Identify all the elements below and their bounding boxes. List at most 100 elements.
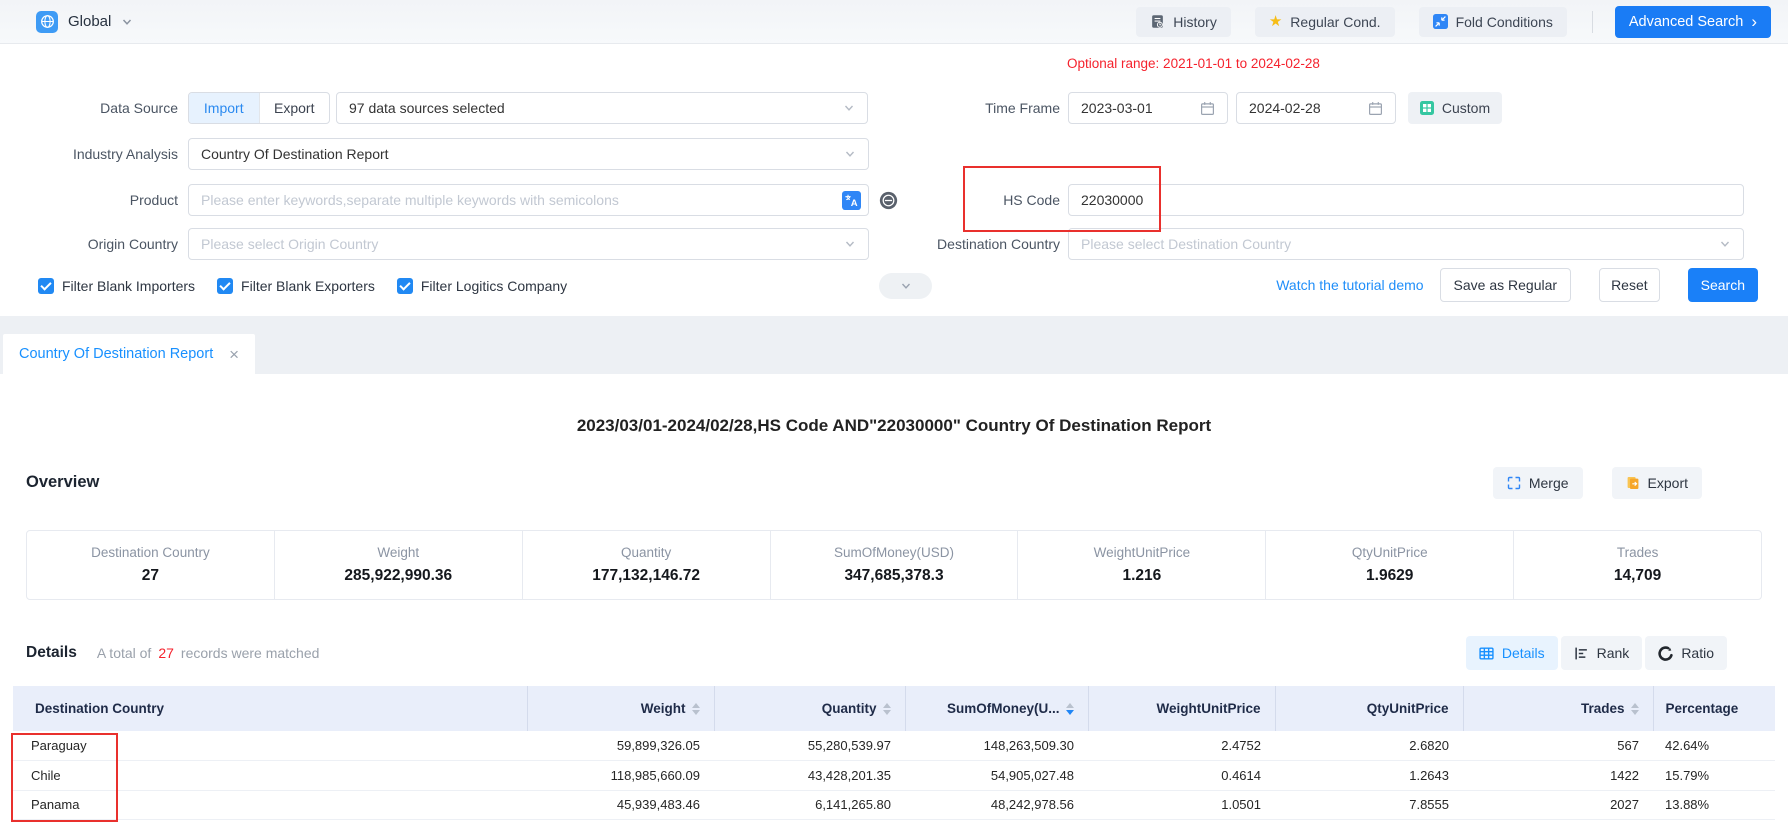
table-cell: 48,242,978.56: [905, 790, 1088, 820]
topbar: Global History ★ Regular Cond. Fold Cond…: [0, 0, 1788, 44]
close-icon[interactable]: ×: [229, 346, 239, 363]
chevron-right-icon: ›: [1751, 13, 1757, 30]
column-header-weightunitprice: WeightUnitPrice: [1088, 686, 1275, 731]
table-cell: 13.88%: [1653, 790, 1775, 820]
industry-analysis-value: Country Of Destination Report: [201, 146, 389, 162]
column-header-percentage: Percentage: [1653, 686, 1775, 731]
advanced-search-button[interactable]: Advanced Search ›: [1615, 6, 1771, 38]
fold-conditions-button[interactable]: Fold Conditions: [1419, 7, 1567, 37]
table-icon: [1479, 646, 1494, 661]
stat-item: QtyUnitPrice1.9629: [1265, 531, 1513, 599]
stat-label: Quantity: [621, 545, 671, 560]
start-date-value: 2023-03-01: [1081, 100, 1153, 116]
view-ratio-button[interactable]: Ratio: [1645, 636, 1727, 670]
topbar-divider: [1592, 11, 1593, 33]
stat-item: Destination Country27: [27, 531, 274, 599]
minus-circle-icon[interactable]: [879, 191, 898, 210]
table-cell: Paraguay: [13, 731, 527, 761]
table-row[interactable]: Chile118,985,660.0943,428,201.3554,905,0…: [13, 761, 1775, 791]
globe-icon: [36, 11, 58, 33]
history-button[interactable]: History: [1136, 7, 1231, 37]
column-label: Quantity: [822, 701, 877, 716]
column-header-weight[interactable]: Weight: [527, 686, 714, 731]
column-header-destination-country: Destination Country: [13, 686, 527, 731]
match-text: A total of27records were matched: [97, 645, 320, 661]
sort-icon[interactable]: [1631, 703, 1639, 715]
column-header-quantity[interactable]: Quantity: [714, 686, 905, 731]
search-button[interactable]: Search: [1688, 268, 1758, 302]
column-header-sumofmoney-u[interactable]: SumOfMoney(U...: [905, 686, 1088, 731]
column-label: SumOfMoney(U...: [947, 701, 1060, 716]
origin-country-select[interactable]: Please select Origin Country: [188, 228, 869, 260]
checkbox-label: Filter Logitics Company: [421, 278, 567, 294]
custom-range-button[interactable]: Custom: [1408, 92, 1502, 124]
destination-country-select[interactable]: Please select Destination Country: [1068, 228, 1744, 260]
checkbox-checked-icon: [38, 278, 54, 294]
stat-value: 177,132,146.72: [592, 567, 700, 585]
table-cell: 6,141,265.80: [714, 790, 905, 820]
sort-icon[interactable]: [692, 703, 700, 715]
regular-cond-button[interactable]: ★ Regular Cond.: [1255, 7, 1395, 37]
tab-title: Country Of Destination Report: [19, 346, 213, 362]
match-prefix: A total of: [97, 645, 151, 661]
tutorial-link[interactable]: Watch the tutorial demo: [1276, 277, 1423, 293]
column-header-qtyunitprice: QtyUnitPrice: [1275, 686, 1463, 731]
svg-text:A: A: [851, 198, 858, 209]
checkbox-filter-blank-importers[interactable]: Filter Blank Importers: [38, 278, 195, 294]
checkbox-checked-icon: [217, 278, 233, 294]
expand-conditions-button[interactable]: [879, 273, 932, 299]
checkbox-filter-logitics-company[interactable]: Filter Logitics Company: [397, 278, 567, 294]
report-content: 2023/03/01-2024/02/28,HS Code AND"220300…: [0, 374, 1788, 831]
region-selector[interactable]: Global: [36, 11, 133, 33]
table-cell: 567: [1463, 731, 1653, 761]
stat-label: Trades: [1617, 545, 1659, 560]
origin-country-label: Origin Country: [28, 228, 178, 260]
table-cell: 118,985,660.09: [527, 761, 714, 791]
sort-icon[interactable]: [1066, 703, 1074, 715]
table-row[interactable]: Panama45,939,483.466,141,265.8048,242,97…: [13, 790, 1775, 820]
checkbox-filter-blank-exporters[interactable]: Filter Blank Exporters: [217, 278, 375, 294]
form-actions: Watch the tutorial demo Save as Regular …: [1276, 268, 1758, 302]
checkbox-label: Filter Blank Importers: [62, 278, 195, 294]
product-label: Product: [28, 184, 178, 216]
stat-item: SumOfMoney(USD)347,685,378.3: [770, 531, 1018, 599]
import-toggle[interactable]: Import: [189, 93, 259, 123]
table-cell: 7.8555: [1275, 790, 1463, 820]
table-header-row: Destination Country Weight Quantity SumOfMo…: [13, 686, 1775, 731]
save-as-regular-button[interactable]: Save as Regular: [1440, 268, 1572, 302]
table-cell: 45,939,483.46: [527, 790, 714, 820]
history-icon: [1150, 14, 1165, 29]
table-cell: 42.64%: [1653, 731, 1775, 761]
chevron-down-icon: [844, 238, 856, 250]
start-date-input[interactable]: 2023-03-01: [1068, 92, 1228, 124]
data-sources-select[interactable]: 97 data sources selected: [336, 92, 868, 124]
custom-icon: [1420, 101, 1434, 115]
column-header-inner: Quantity: [729, 701, 891, 716]
industry-analysis-select[interactable]: Country Of Destination Report: [188, 138, 869, 170]
export-label: Export: [1648, 475, 1688, 491]
data-source-toggle: Import Export: [188, 92, 330, 124]
sort-icon[interactable]: [883, 703, 891, 715]
column-label: WeightUnitPrice: [1156, 701, 1260, 716]
table-row[interactable]: Paraguay59,899,326.0555,280,539.97148,26…: [13, 731, 1775, 761]
view-rank-button[interactable]: Rank: [1561, 636, 1643, 670]
overview-heading: Overview: [26, 473, 99, 492]
custom-label: Custom: [1442, 100, 1490, 116]
table-cell: 59,899,326.05: [527, 731, 714, 761]
view-details-button[interactable]: Details: [1466, 636, 1558, 670]
reset-button[interactable]: Reset: [1599, 268, 1660, 302]
export-toggle[interactable]: Export: [259, 93, 330, 123]
tab-country-of-destination-report[interactable]: Country Of Destination Report ×: [3, 334, 255, 374]
merge-button[interactable]: Merge: [1493, 467, 1583, 499]
calendar-icon: [1200, 101, 1215, 116]
region-label: Global: [68, 13, 111, 30]
tab-strip: Country Of Destination Report ×: [0, 316, 1788, 374]
column-header-trades[interactable]: Trades: [1463, 686, 1653, 731]
stat-value: 347,685,378.3: [844, 567, 943, 585]
export-button[interactable]: Export: [1612, 467, 1702, 499]
hs-code-input[interactable]: [1068, 184, 1744, 216]
translate-icon[interactable]: A: [842, 191, 861, 210]
column-label: Weight: [641, 701, 686, 716]
product-input[interactable]: [188, 184, 869, 216]
end-date-input[interactable]: 2024-02-28: [1236, 92, 1396, 124]
